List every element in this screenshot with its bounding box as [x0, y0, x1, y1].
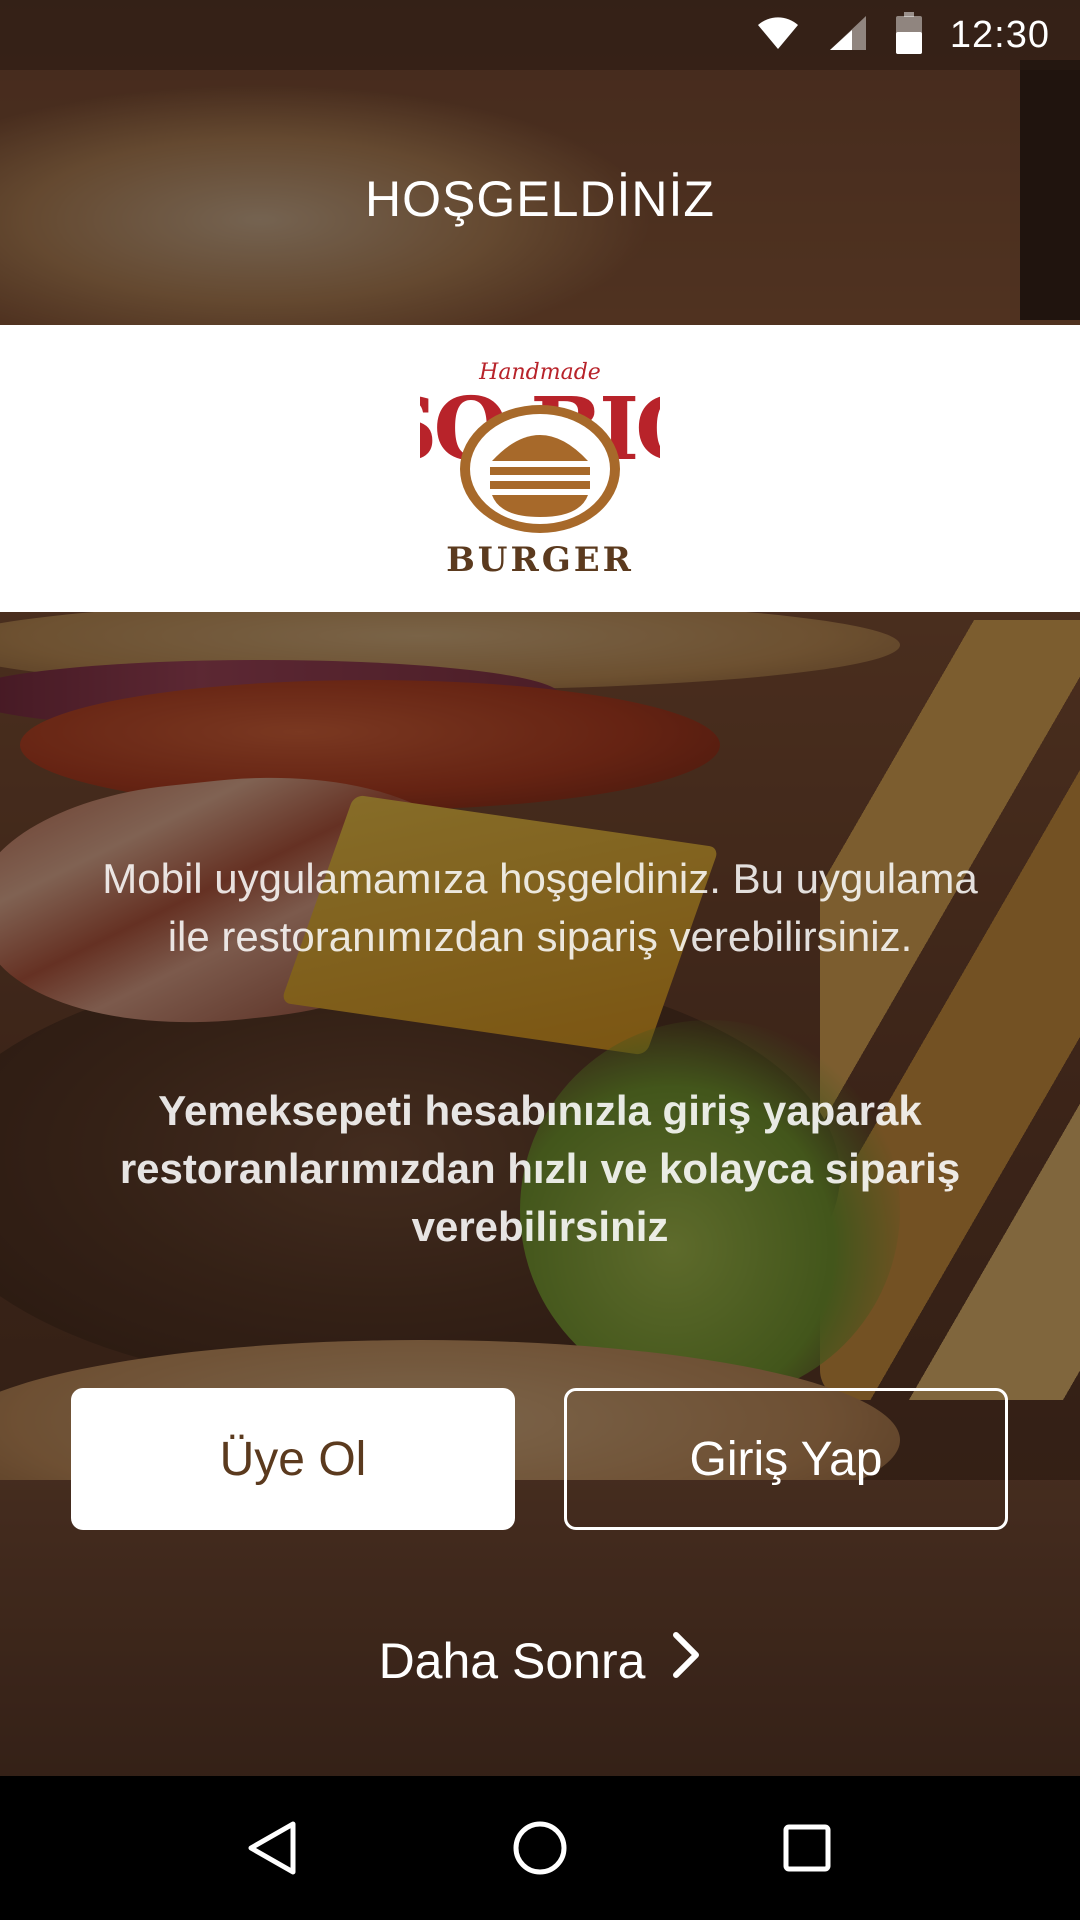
chevron-right-icon — [671, 1630, 701, 1692]
so-big-burger-logo: Handmade SO BIG BURGER — [420, 360, 660, 580]
intro-bold-text: Yemeksepeti hesabınızla giriş yaparak re… — [119, 1087, 961, 1250]
status-time: 12:30 — [949, 13, 1050, 56]
back-icon[interactable] — [223, 1798, 323, 1898]
recents-icon[interactable] — [757, 1798, 857, 1898]
intro-text: Mobil uygulamamıza hoşgeldiniz. Bu uygul… — [102, 855, 978, 960]
home-icon[interactable] — [490, 1798, 590, 1898]
logo-sub-text: BURGER — [446, 540, 634, 580]
later-link[interactable]: Daha Sonra — [0, 1630, 1080, 1692]
login-button-label: Giriş Yap — [689, 1432, 883, 1486]
register-button-label: Üye Ol — [219, 1432, 367, 1486]
page-title: HOŞGELDİNİZ — [365, 171, 715, 227]
login-button[interactable]: Giriş Yap — [564, 1388, 1008, 1530]
battery-icon — [895, 11, 922, 59]
logo-band: Handmade SO BIG BURGER — [0, 325, 1080, 612]
cellular-signal-icon — [828, 14, 868, 57]
status-bar: 12:30 — [0, 0, 1080, 70]
navigation-bar — [0, 1776, 1080, 1920]
wifi-icon — [756, 15, 800, 56]
later-link-label: Daha Sonra — [378, 1633, 646, 1689]
register-button[interactable]: Üye Ol — [71, 1388, 515, 1530]
